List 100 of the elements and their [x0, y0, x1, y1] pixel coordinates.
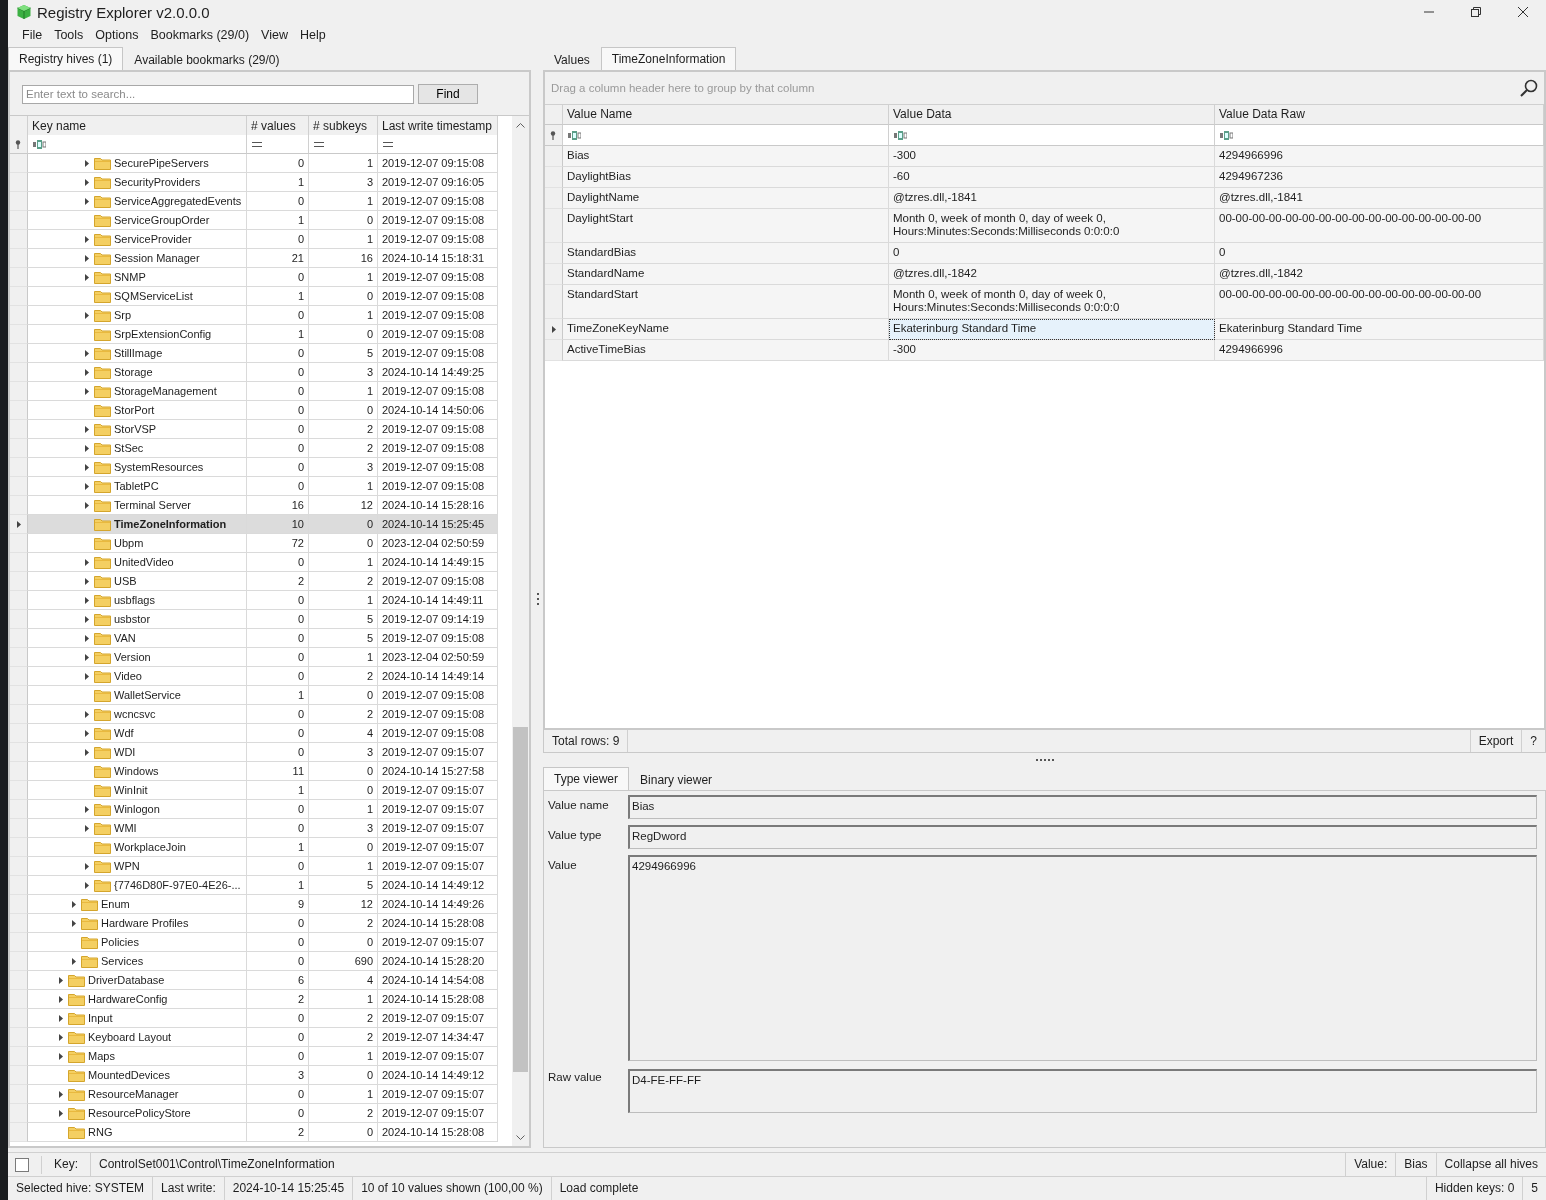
column-header[interactable]: # subkeys	[309, 116, 378, 137]
key-row[interactable]: TabletPC	[28, 477, 247, 496]
filter-cell[interactable]	[309, 135, 378, 154]
export-button[interactable]: Export	[1469, 730, 1522, 752]
key-row[interactable]: WDI	[28, 743, 247, 762]
collapse-all-button[interactable]: Collapse all hives	[1435, 1153, 1546, 1176]
key-row[interactable]: WPN	[28, 857, 247, 876]
tab[interactable]: Registry hives (1)	[8, 47, 124, 70]
key-row[interactable]: ServiceProvider	[28, 230, 247, 249]
key-row[interactable]: Windows	[28, 762, 247, 781]
value-name[interactable]: DaylightName	[563, 188, 889, 209]
help-button[interactable]: ?	[1521, 730, 1545, 752]
value-name[interactable]: DaylightBias	[563, 167, 889, 188]
key-row[interactable]: SQMServiceList	[28, 287, 247, 306]
key-row[interactable]: StorPort	[28, 401, 247, 420]
key-row[interactable]: Enum	[28, 895, 247, 914]
key-row[interactable]: SNMP	[28, 268, 247, 287]
menu-item[interactable]: File	[16, 28, 49, 42]
key-row[interactable]: TimeZoneInformation	[28, 515, 247, 534]
key-row[interactable]: StSec	[28, 439, 247, 458]
row-selector[interactable]	[10, 515, 28, 534]
key-row[interactable]: SystemResources	[28, 458, 247, 477]
key-row[interactable]: RNG	[28, 1123, 247, 1142]
menu-item[interactable]: View	[255, 28, 294, 42]
column-header[interactable]: Value Name	[563, 105, 889, 125]
search-field[interactable]: Enter text to search...	[22, 84, 414, 104]
key-row[interactable]: Hardware Profiles	[28, 914, 247, 933]
key-row[interactable]: SecurePipeServers	[28, 154, 247, 173]
key-row[interactable]: usbflags	[28, 591, 247, 610]
column-header[interactable]: Value Data Raw	[1215, 105, 1544, 125]
column-header[interactable]: Value Data	[889, 105, 1215, 125]
value-name[interactable]: Bias	[563, 146, 889, 167]
splitter-grip-icon[interactable]	[535, 592, 539, 606]
value-name[interactable]: StandardBias	[563, 243, 889, 264]
tab[interactable]: Available bookmarks (29/0)	[123, 49, 291, 70]
value-field[interactable]: 4294966996	[628, 855, 1537, 1061]
filter-cell[interactable]	[247, 135, 309, 154]
key-row[interactable]: Video	[28, 667, 247, 686]
key-row[interactable]: WorkplaceJoin	[28, 838, 247, 857]
key-row[interactable]: Session Manager	[28, 249, 247, 268]
menu-item[interactable]: Tools	[48, 28, 90, 42]
tab[interactable]: Values	[543, 49, 601, 70]
value-field[interactable]: Bias	[628, 795, 1537, 819]
value-field[interactable]: RegDword	[628, 825, 1537, 849]
key-row[interactable]: WMI	[28, 819, 247, 838]
checkbox[interactable]	[15, 1157, 29, 1172]
menu-item[interactable]: Options	[89, 28, 145, 42]
key-row[interactable]: Winlogon	[28, 800, 247, 819]
key-row[interactable]: Storage	[28, 363, 247, 382]
key-row[interactable]: StorVSP	[28, 420, 247, 439]
value-name[interactable]: DaylightStart	[563, 209, 889, 243]
key-row[interactable]: StillImage	[28, 344, 247, 363]
key-row[interactable]: Keyboard Layout	[28, 1028, 247, 1047]
column-header[interactable]: Key name	[28, 116, 247, 137]
key-row[interactable]: Srp	[28, 306, 247, 325]
key-row[interactable]: Version	[28, 648, 247, 667]
tab[interactable]: Type viewer	[543, 767, 630, 790]
value-name[interactable]: StandardStart	[563, 285, 889, 319]
key-row[interactable]: USB	[28, 572, 247, 591]
key-row[interactable]: StorageManagement	[28, 382, 247, 401]
key-row[interactable]: ResourcePolicyStore	[28, 1104, 247, 1123]
splitter-grip-icon[interactable]	[1035, 758, 1054, 761]
key-row[interactable]: SecurityProviders	[28, 173, 247, 192]
key-row[interactable]: Wdf	[28, 724, 247, 743]
key-row[interactable]: ServiceAggregatedEvents	[28, 192, 247, 211]
tab[interactable]: TimeZoneInformation	[600, 47, 737, 70]
menu-item[interactable]: Help	[293, 28, 332, 42]
key-row[interactable]: wcncsvc	[28, 705, 247, 724]
find-button[interactable]: Find	[418, 84, 478, 104]
key-row[interactable]: {7746D80F-97E0-4E26-...	[28, 876, 247, 895]
key-row[interactable]: WinInit	[28, 781, 247, 800]
column-header[interactable]: Last write timestamp	[378, 116, 498, 137]
menu-item[interactable]: Bookmarks (29/0)	[144, 28, 256, 42]
key-row[interactable]: VAN	[28, 629, 247, 648]
key-row[interactable]: MountedDevices	[28, 1066, 247, 1085]
close-icon[interactable]	[1517, 7, 1528, 17]
value-name[interactable]: ActiveTimeBias	[563, 340, 889, 361]
tab[interactable]: Binary viewer	[629, 769, 724, 790]
key-row[interactable]: ResourceManager	[28, 1085, 247, 1104]
key-row[interactable]: Services	[28, 952, 247, 971]
search-icon[interactable]	[1520, 79, 1538, 97]
key-row[interactable]: ServiceGroupOrder	[28, 211, 247, 230]
key-row[interactable]: HardwareConfig	[28, 990, 247, 1009]
scroll-down-icon[interactable]	[515, 1134, 525, 1140]
key-row[interactable]: SrpExtensionConfig	[28, 325, 247, 344]
key-row[interactable]: Ubpm	[28, 534, 247, 553]
key-row[interactable]: WalletService	[28, 686, 247, 705]
restore-icon[interactable]	[1470, 7, 1481, 17]
column-header[interactable]: # values	[247, 116, 309, 137]
key-row[interactable]: DriverDatabase	[28, 971, 247, 990]
scroll-up-icon[interactable]	[515, 122, 525, 128]
key-row[interactable]: usbstor	[28, 610, 247, 629]
key-row[interactable]: Policies	[28, 933, 247, 952]
key-row[interactable]: Maps	[28, 1047, 247, 1066]
key-row[interactable]: UnitedVideo	[28, 553, 247, 572]
row-selector[interactable]	[545, 319, 563, 340]
filter-cell[interactable]	[28, 135, 247, 154]
value-name[interactable]: TimeZoneKeyName	[563, 319, 889, 340]
scrollbar[interactable]	[511, 116, 529, 1146]
filter-cell[interactable]	[378, 135, 498, 154]
